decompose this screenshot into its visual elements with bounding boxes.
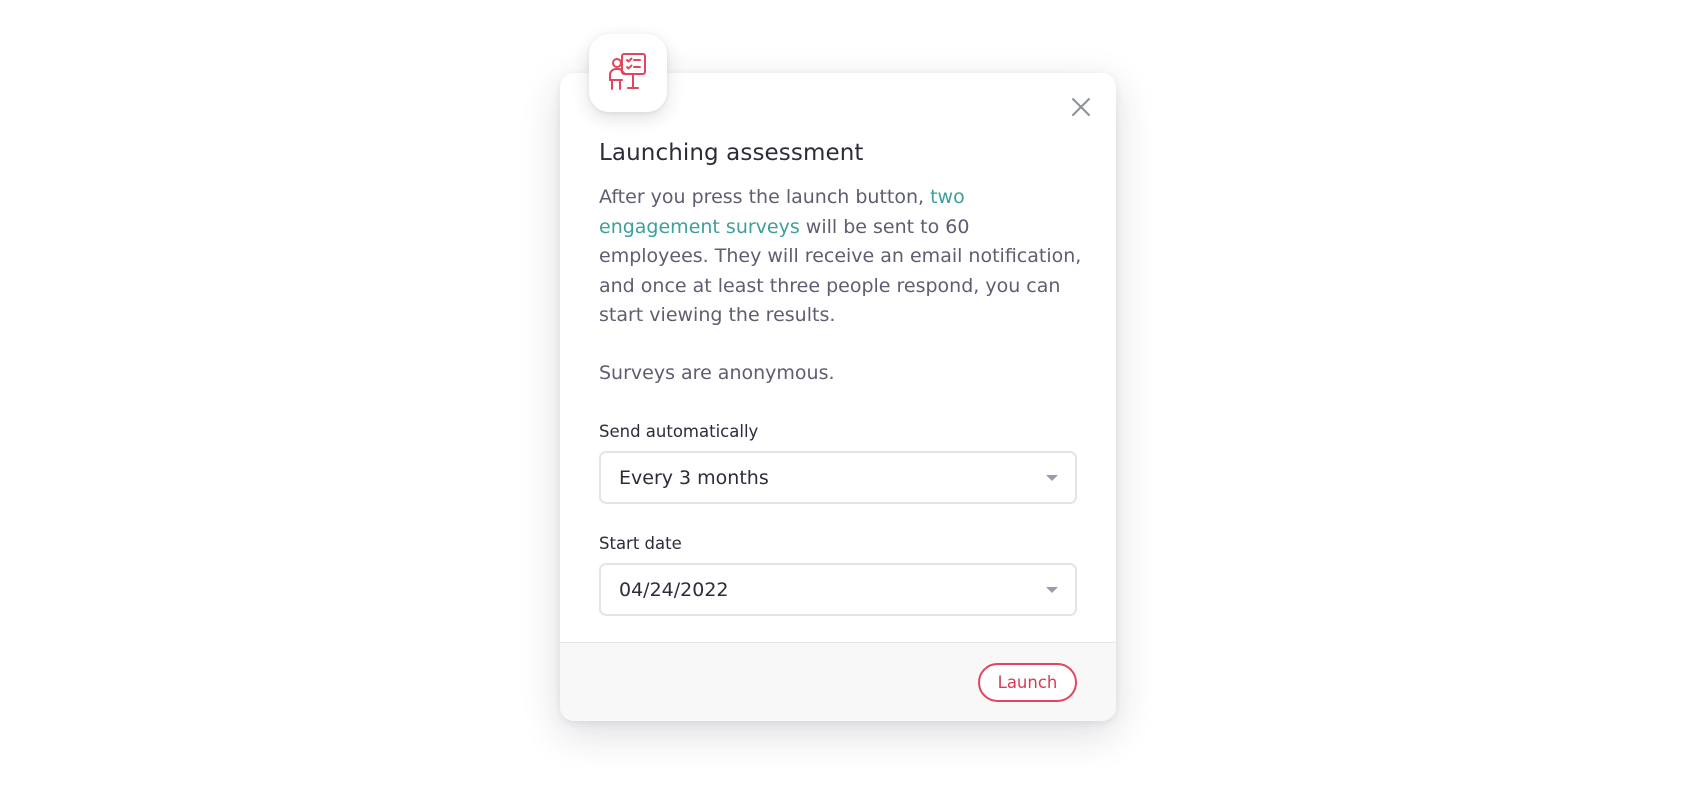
page-backdrop: Launching assessment After you press the… <box>0 0 1704 802</box>
description-text: After you press the launch button, <box>599 186 931 208</box>
close-icon <box>1071 97 1091 121</box>
send-automatically-label: Send automatically <box>599 422 759 441</box>
chevron-down-icon <box>1046 586 1058 593</box>
close-button[interactable] <box>1066 94 1096 124</box>
launch-assessment-dialog <box>560 73 1116 721</box>
chevron-down-icon <box>1046 474 1058 481</box>
presentation-checklist-icon <box>606 49 650 97</box>
send-automatically-select[interactable]: Every 3 months <box>599 451 1077 504</box>
start-date-label: Start date <box>599 534 682 553</box>
dialog-title: Launching assessment <box>599 140 864 166</box>
dialog-icon-badge <box>589 34 667 112</box>
send-automatically-value: Every 3 months <box>619 466 769 489</box>
dialog-description: After you press the launch button, two e… <box>599 183 1085 331</box>
start-date-select[interactable]: 04/24/2022 <box>599 563 1077 616</box>
launch-button[interactable]: Launch <box>978 663 1077 702</box>
start-date-value: 04/24/2022 <box>619 578 729 601</box>
anonymity-note: Surveys are anonymous. <box>599 362 835 384</box>
